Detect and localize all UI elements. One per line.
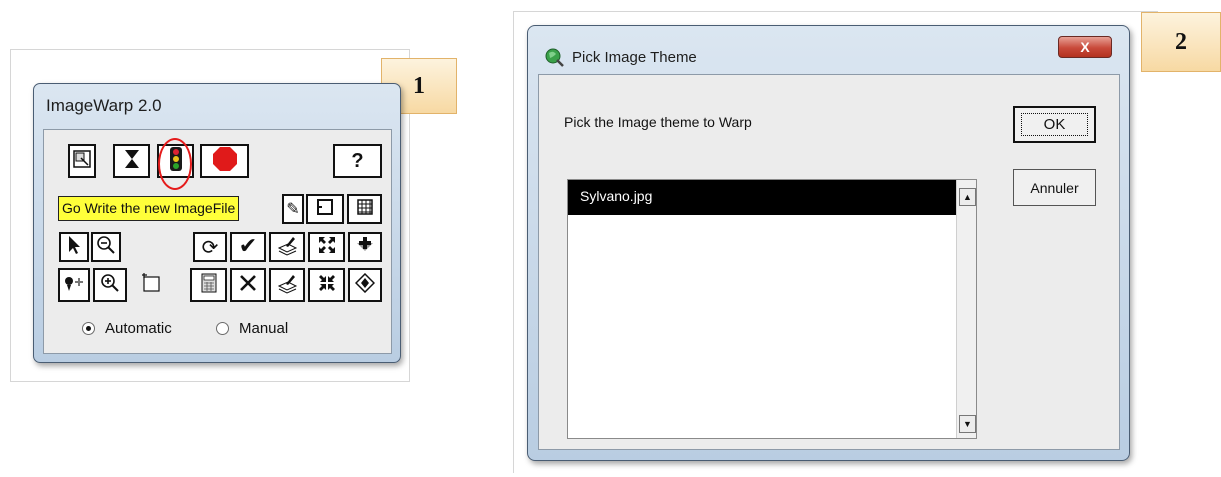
list-item-selected[interactable]: Sylvano.jpg bbox=[568, 180, 956, 215]
pan-icon bbox=[354, 272, 376, 298]
refresh-icon: ⟳ bbox=[201, 235, 219, 259]
grid-icon bbox=[356, 198, 374, 221]
cancel-button[interactable]: Annuler bbox=[1013, 169, 1096, 206]
expand-icon bbox=[317, 235, 337, 260]
zoom-in-button[interactable] bbox=[93, 268, 127, 302]
calculator-icon bbox=[201, 273, 217, 298]
pick-image-theme-dialog: Pick Image Theme X Pick the Image theme … bbox=[527, 25, 1130, 461]
pan-button[interactable] bbox=[348, 268, 382, 302]
stack-edit-button-partial[interactable]: ✎ bbox=[282, 194, 304, 224]
check-icon: ✔ bbox=[238, 234, 258, 259]
add-point-icon bbox=[63, 274, 85, 297]
zoom-in-icon bbox=[100, 273, 120, 298]
frame-icon bbox=[316, 198, 334, 221]
stack-edit-button-2[interactable] bbox=[269, 268, 305, 302]
window-title: ImageWarp 2.0 bbox=[46, 96, 162, 115]
stack-edit-button[interactable] bbox=[269, 232, 305, 262]
dialog-body: Pick the Image theme to Warp OK Annuler … bbox=[538, 74, 1120, 450]
stop-icon bbox=[212, 146, 238, 177]
select-extent-icon bbox=[72, 149, 92, 174]
delete-button[interactable] bbox=[230, 268, 266, 302]
radio-manual[interactable]: Manual bbox=[216, 320, 288, 337]
prompt-label: Pick the Image theme to Warp bbox=[564, 114, 752, 130]
image-theme-list[interactable]: Sylvano.jpg ▲ ▼ bbox=[567, 179, 977, 439]
move-down-icon bbox=[355, 235, 375, 260]
stack-edit-icon: ✎ bbox=[286, 199, 300, 218]
new-frame-icon bbox=[139, 271, 163, 300]
expand-button[interactable] bbox=[308, 232, 345, 262]
ok-button[interactable]: OK bbox=[1013, 106, 1096, 143]
hourglass-icon bbox=[123, 148, 141, 175]
radio-manual-dot[interactable] bbox=[216, 322, 229, 335]
delete-icon bbox=[238, 273, 258, 298]
help-button[interactable]: ? bbox=[333, 144, 382, 178]
refresh-button[interactable]: ⟳ bbox=[193, 232, 227, 262]
radio-automatic-dot[interactable] bbox=[82, 322, 95, 335]
radio-manual-label: Manual bbox=[239, 320, 289, 337]
select-extent-button[interactable] bbox=[68, 144, 96, 178]
stack-edit-icon bbox=[276, 234, 298, 261]
hourglass-button[interactable] bbox=[113, 144, 150, 178]
radio-automatic[interactable]: Automatic bbox=[82, 320, 172, 337]
tooltip: Go Write the new ImageFile bbox=[58, 196, 240, 221]
new-frame-button[interactable] bbox=[134, 268, 168, 302]
add-point-button[interactable] bbox=[58, 268, 90, 302]
list-scrollbar[interactable]: ▲ ▼ bbox=[956, 180, 976, 438]
scroll-up-button[interactable]: ▲ bbox=[959, 188, 976, 206]
dialog-title: Pick Image Theme bbox=[572, 49, 697, 66]
move-down-button[interactable] bbox=[348, 232, 382, 262]
ok-button-label: OK bbox=[1021, 113, 1088, 136]
calculator-button[interactable] bbox=[190, 268, 227, 302]
stop-button[interactable] bbox=[200, 144, 249, 178]
zoom-out-icon bbox=[96, 235, 116, 260]
highlight-ring bbox=[158, 138, 192, 190]
scroll-down-button[interactable]: ▼ bbox=[959, 415, 976, 433]
stack-edit-icon bbox=[276, 272, 298, 299]
check-button[interactable]: ✔ bbox=[230, 232, 266, 262]
pointer-button[interactable] bbox=[59, 232, 89, 262]
frame-button[interactable] bbox=[306, 194, 344, 224]
shrink-button[interactable] bbox=[308, 268, 345, 302]
radio-automatic-label: Automatic bbox=[105, 320, 172, 337]
pointer-arrow-icon bbox=[66, 235, 82, 260]
globe-magnifier-icon bbox=[544, 47, 564, 67]
callout-number-2: 2 bbox=[1141, 12, 1221, 72]
close-button[interactable]: X bbox=[1058, 36, 1112, 58]
zoom-out-button[interactable] bbox=[91, 232, 121, 262]
shrink-icon bbox=[317, 273, 337, 298]
grid-button[interactable] bbox=[347, 194, 382, 224]
